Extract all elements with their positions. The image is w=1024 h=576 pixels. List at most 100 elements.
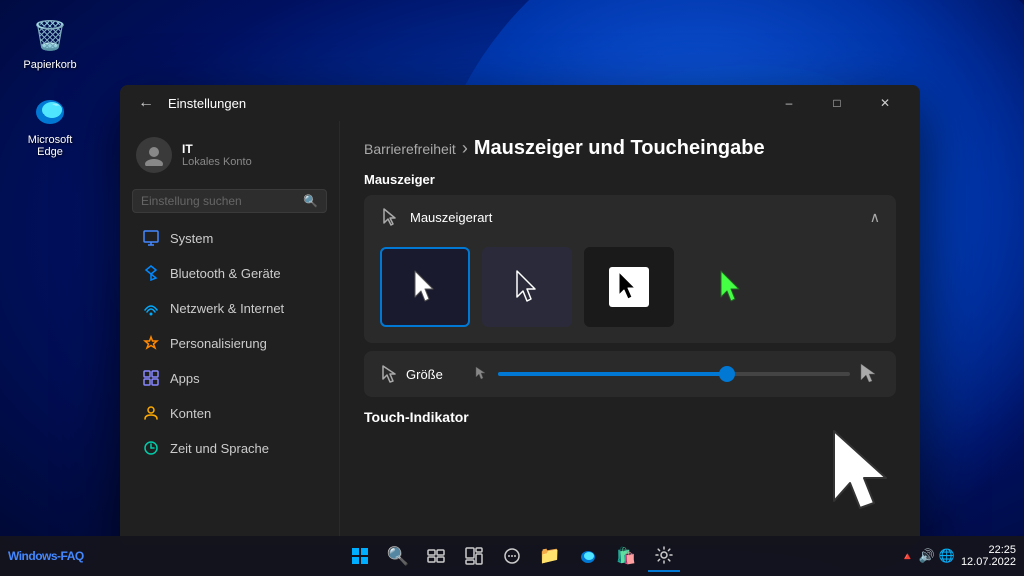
sidebar-item-apps[interactable]: Apps xyxy=(126,361,333,395)
taskbar-edge-button[interactable] xyxy=(572,540,604,572)
papierkorb-icon: 🗑️ xyxy=(30,15,70,55)
sidebar-item-accounts[interactable]: Konten xyxy=(126,396,333,430)
breadcrumb: Barrierefreiheit › Mauszeiger und Touche… xyxy=(364,137,896,160)
accounts-icon xyxy=(142,404,160,422)
taskbar-store-button[interactable]: 🛍️ xyxy=(610,540,642,572)
apps-icon xyxy=(142,369,160,387)
main-content: Barrierefreiheit › Mauszeiger und Touche… xyxy=(340,121,920,545)
mauszeigerart-label: Mauszeigerart xyxy=(410,210,492,225)
cursor-arrow-green xyxy=(715,269,747,305)
date-display: 12.07.2022 xyxy=(961,556,1016,568)
user-section: IT Lokales Konto xyxy=(120,129,339,185)
expand-icon: ∧ xyxy=(870,209,880,226)
breadcrumb-parent: Barrierefreiheit xyxy=(364,141,456,157)
settings-window: ← Einstellungen – □ ✕ xyxy=(120,85,920,545)
network-icon xyxy=(142,299,160,317)
papierkorb-label: Papierkorb xyxy=(23,59,76,71)
cursor-arrow-inverted xyxy=(615,271,643,303)
system-icon xyxy=(142,229,160,247)
titlebar-controls: – □ ✕ xyxy=(766,88,908,118)
window-titlebar: ← Einstellungen – □ ✕ xyxy=(120,85,920,121)
cursor-option-1[interactable] xyxy=(380,247,470,327)
sidebar-time-label: Zeit und Sprache xyxy=(170,441,269,456)
taskbar-search-button[interactable]: 🔍 xyxy=(382,540,414,572)
mauszeiger-section-title: Mauszeiger xyxy=(364,172,896,187)
windows-faq-watermark: Windows-FAQ xyxy=(8,549,84,563)
size-label: Größe xyxy=(406,367,443,382)
cursor-options xyxy=(364,239,896,343)
sidebar-item-personalization[interactable]: Personalisierung xyxy=(126,326,333,360)
mauszeigerart-header[interactable]: Mauszeigerart ∧ xyxy=(364,195,896,239)
user-name: IT xyxy=(182,142,252,156)
network-icon-taskbar[interactable]: 🌐 xyxy=(939,548,955,564)
window-title: Einstellungen xyxy=(168,96,246,111)
minimize-button[interactable]: – xyxy=(766,88,812,118)
desktop-icon-papierkorb[interactable]: 🗑️ Papierkorb xyxy=(15,15,85,71)
size-row: Größe xyxy=(364,351,896,397)
taskbar-clock[interactable]: 22:25 12.07.2022 xyxy=(961,544,1016,568)
size-label-container: Größe xyxy=(380,365,460,383)
desktop-icon-edge[interactable]: Microsoft Edge xyxy=(15,90,85,158)
slider-thumb[interactable] xyxy=(719,366,735,382)
size-slider-container xyxy=(472,363,880,385)
cursor-inverted-bg xyxy=(609,267,649,307)
sidebar-item-bluetooth[interactable]: Bluetooth & Geräte xyxy=(126,256,333,290)
cursor-arrow-white xyxy=(409,269,441,305)
cursor-arrow-outline xyxy=(511,269,543,305)
cursor-section-icon xyxy=(380,207,400,227)
breadcrumb-current: Mauszeiger und Toucheingabe xyxy=(474,137,765,160)
size-small-icon xyxy=(472,365,490,383)
sidebar-network-label: Netzwerk & Internet xyxy=(170,301,284,316)
sidebar-bluetooth-label: Bluetooth & Geräte xyxy=(170,266,281,281)
sidebar-item-time[interactable]: Zeit und Sprache xyxy=(126,431,333,465)
back-button[interactable]: ← xyxy=(132,89,160,117)
personalization-icon xyxy=(142,334,160,352)
breadcrumb-separator: › xyxy=(462,138,468,159)
taskbar-widgets-button[interactable] xyxy=(458,540,490,572)
bluetooth-icon xyxy=(142,264,160,282)
sidebar-personalization-label: Personalisierung xyxy=(170,336,267,351)
taskbar-right: 🔺 🔊 🌐 22:25 12.07.2022 xyxy=(901,544,1016,568)
search-input[interactable] xyxy=(141,194,297,208)
size-cursor-icon xyxy=(380,365,398,383)
time-display: 22:25 xyxy=(988,544,1016,556)
user-type: Lokales Konto xyxy=(182,156,252,168)
cursor-option-4[interactable] xyxy=(686,247,776,327)
search-box[interactable]: 🔍 xyxy=(132,189,327,213)
window-body: IT Lokales Konto 🔍 System xyxy=(120,121,920,545)
taskbar-explorer-button[interactable]: 📁 xyxy=(534,540,566,572)
touch-section-title: Touch-Indikator xyxy=(364,409,896,425)
cursor-section: Mauszeigerart ∧ xyxy=(364,195,896,343)
sidebar-apps-label: Apps xyxy=(170,371,200,386)
sidebar-accounts-label: Konten xyxy=(170,406,211,421)
cursor-option-2[interactable] xyxy=(482,247,572,327)
size-slider-track[interactable] xyxy=(498,372,850,376)
edge-icon xyxy=(30,90,70,130)
volume-icon[interactable]: 🔊 xyxy=(919,548,935,564)
taskbar-center: 🔍 📁 🛍️ xyxy=(344,540,680,572)
edge-label: Microsoft Edge xyxy=(15,134,85,158)
chevron-up-icon[interactable]: 🔺 xyxy=(901,550,915,563)
time-icon xyxy=(142,439,160,457)
section-header-left: Mauszeigerart xyxy=(380,207,492,227)
system-icons: 🔺 🔊 🌐 xyxy=(901,548,955,564)
close-button[interactable]: ✕ xyxy=(862,88,908,118)
size-large-icon xyxy=(858,363,880,385)
sidebar-system-label: System xyxy=(170,231,213,246)
desktop: 🗑️ Papierkorb Microsoft Edge ← Einstellu… xyxy=(0,0,1024,576)
taskbar-chat-button[interactable] xyxy=(496,540,528,572)
sidebar-item-system[interactable]: System xyxy=(126,221,333,255)
back-icon: ← xyxy=(138,94,154,112)
taskbar-settings-button[interactable] xyxy=(648,540,680,572)
cursor-option-3[interactable] xyxy=(584,247,674,327)
taskbar-taskview-button[interactable] xyxy=(420,540,452,572)
taskbar-left: Windows-FAQ xyxy=(8,549,128,563)
slider-fill xyxy=(498,372,727,376)
sidebar-item-network[interactable]: Netzwerk & Internet xyxy=(126,291,333,325)
taskbar-start-button[interactable] xyxy=(344,540,376,572)
sidebar: IT Lokales Konto 🔍 System xyxy=(120,121,340,545)
user-avatar xyxy=(136,137,172,173)
maximize-button[interactable]: □ xyxy=(814,88,860,118)
taskbar: Windows-FAQ 🔍 xyxy=(0,536,1024,576)
titlebar-left: ← Einstellungen xyxy=(132,89,246,117)
